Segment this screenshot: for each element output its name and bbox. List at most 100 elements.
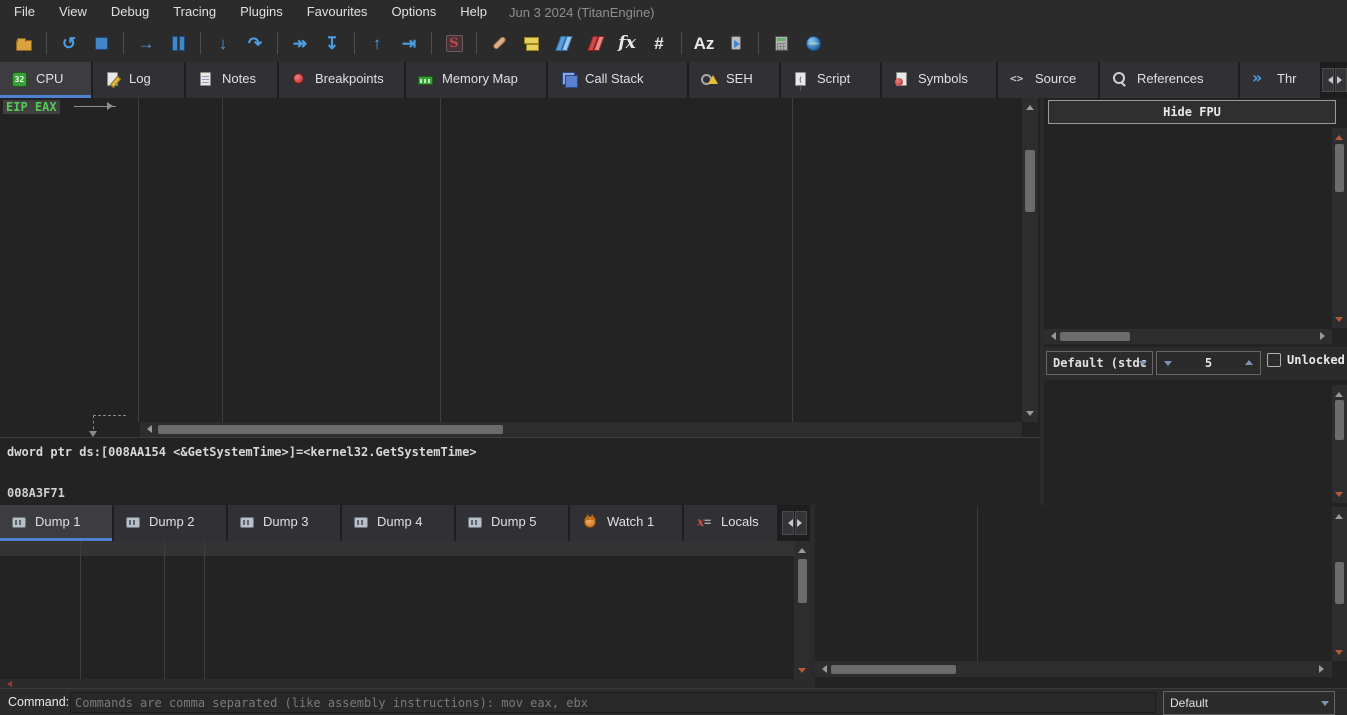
- dump-hscroll-left-icon[interactable]: [4, 681, 12, 687]
- execute-till-return-button[interactable]: ↑: [364, 30, 390, 56]
- patches-button[interactable]: [486, 30, 512, 56]
- restart-button[interactable]: ↺: [56, 30, 82, 56]
- hide-fpu-button[interactable]: Hide FPU: [1048, 100, 1336, 124]
- dump-icon: [354, 517, 368, 528]
- command-input[interactable]: [70, 692, 1156, 713]
- tab-dump-2[interactable]: Dump 2: [114, 505, 226, 541]
- tab-scroll-right-button[interactable]: [1335, 68, 1347, 92]
- tab-seh[interactable]: SEH: [689, 62, 779, 98]
- disasm-hscrollbar[interactable]: [140, 422, 1022, 437]
- scroll-thumb[interactable]: [158, 425, 503, 434]
- tab-script[interactable]: Script: [781, 62, 880, 98]
- tab-watch-1[interactable]: Watch 1: [570, 505, 682, 541]
- step-over-button[interactable]: ↷: [242, 30, 268, 56]
- scroll-down-icon[interactable]: [798, 668, 806, 677]
- pause-button[interactable]: [165, 30, 191, 56]
- scroll-up-icon[interactable]: [1026, 101, 1034, 110]
- scroll-thumb[interactable]: [1335, 562, 1344, 604]
- tab-dump-3[interactable]: Dump 3: [228, 505, 340, 541]
- tab-dump-5[interactable]: Dump 5: [456, 505, 568, 541]
- dump-tab-bar: Dump 1Dump 2Dump 3Dump 4Dump 5Watch 1Loc…: [0, 505, 810, 541]
- tab-source[interactable]: Source: [998, 62, 1098, 98]
- scroll-down-icon[interactable]: [1335, 492, 1343, 501]
- tab-dump-4[interactable]: Dump 4: [342, 505, 454, 541]
- tab-notes[interactable]: Notes: [186, 62, 277, 98]
- tab-memory-map[interactable]: Memory Map: [406, 62, 546, 98]
- scroll-down-icon[interactable]: [1335, 650, 1343, 659]
- tab-scroll-left-button[interactable]: [1322, 68, 1334, 92]
- scroll-left-icon[interactable]: [1047, 332, 1056, 340]
- open-file-button[interactable]: [11, 30, 37, 56]
- calculator-button[interactable]: [768, 30, 794, 56]
- scroll-left-icon[interactable]: [143, 425, 152, 433]
- tab-locals[interactable]: Locals: [684, 505, 777, 541]
- function-button[interactable]: fx: [614, 30, 640, 56]
- step-out-button[interactable]: ↧: [319, 30, 345, 56]
- menu-item-help[interactable]: Help: [448, 0, 499, 24]
- scroll-right-icon[interactable]: [1320, 332, 1329, 340]
- scroll-thumb[interactable]: [1025, 150, 1035, 212]
- trace-into-button[interactable]: [550, 30, 576, 56]
- stack-hscrollbar[interactable]: [815, 661, 1332, 677]
- scroll-up-icon[interactable]: [1335, 510, 1343, 519]
- scroll-up-icon[interactable]: [798, 544, 806, 553]
- calling-convention-dropdown[interactable]: Default (stdc: [1046, 351, 1153, 375]
- scroll-left-icon[interactable]: [818, 665, 827, 673]
- step-into-button[interactable]: ↓: [210, 30, 236, 56]
- run-to-cursor-button[interactable]: ↠: [287, 30, 313, 56]
- menu-item-options[interactable]: Options: [379, 0, 448, 24]
- internet-button[interactable]: [800, 30, 826, 56]
- unlocked-checkbox[interactable]: [1267, 353, 1281, 367]
- dump-vscrollbar[interactable]: [794, 541, 810, 679]
- registers-hscrollbar[interactable]: [1044, 329, 1332, 344]
- labels-button[interactable]: #: [646, 30, 672, 56]
- menu-item-favourites[interactable]: Favourites: [295, 0, 380, 24]
- chevron-right-icon: [797, 519, 806, 527]
- scroll-up-icon[interactable]: [1335, 388, 1343, 397]
- stack-vscrollbar[interactable]: [1332, 507, 1347, 661]
- dump-tab-scroll-left-button[interactable]: [782, 511, 794, 535]
- menu-item-tracing[interactable]: Tracing: [161, 0, 228, 24]
- step-into-icon: ↓: [219, 35, 228, 52]
- tab-cpu[interactable]: CPU: [0, 62, 91, 98]
- tab-symbols[interactable]: Symbols: [882, 62, 996, 98]
- disasm-vscrollbar[interactable]: [1022, 98, 1038, 422]
- menu-item-plugins[interactable]: Plugins: [228, 0, 295, 24]
- scroll-thumb[interactable]: [1335, 400, 1344, 440]
- menu-item-file[interactable]: File: [2, 0, 47, 24]
- argument-count-spinner[interactable]: 5: [1156, 351, 1261, 375]
- attach-button[interactable]: [723, 30, 749, 56]
- eip-register-label: EIP EAX: [3, 100, 60, 114]
- scroll-thumb[interactable]: [1335, 144, 1344, 192]
- comments-button[interactable]: [518, 30, 544, 56]
- tab-dump-1[interactable]: Dump 1: [0, 505, 112, 541]
- settings-button[interactable]: [441, 30, 467, 56]
- dump-tab-scroll-right-button[interactable]: [795, 511, 807, 535]
- tab-log[interactable]: Log: [93, 62, 184, 98]
- labels-icon: #: [654, 35, 663, 52]
- function-icon: fx: [618, 35, 635, 52]
- run-to-user-code-button[interactable]: ⇥: [396, 30, 422, 56]
- tab-breakpoints[interactable]: Breakpoints: [279, 62, 404, 98]
- scroll-thumb[interactable]: [1060, 332, 1130, 341]
- stop-button[interactable]: [88, 30, 114, 56]
- strings-button[interactable]: Az: [691, 30, 717, 56]
- scroll-down-icon[interactable]: [1335, 317, 1343, 326]
- scroll-up-icon[interactable]: [1335, 131, 1343, 140]
- scroll-thumb[interactable]: [798, 559, 807, 603]
- tab-references[interactable]: References: [1100, 62, 1238, 98]
- info-box: dword ptr ds:[008AA154 <&GetSystemTime>]…: [0, 437, 1040, 505]
- scroll-thumb[interactable]: [831, 665, 956, 674]
- arguments-vscrollbar[interactable]: [1332, 385, 1347, 503]
- scroll-down-icon[interactable]: [1026, 411, 1034, 420]
- tab-label: Symbols: [918, 71, 968, 86]
- tab-call-stack[interactable]: Call Stack: [548, 62, 687, 98]
- scroll-right-icon[interactable]: [1319, 665, 1328, 673]
- menu-item-view[interactable]: View: [47, 0, 99, 24]
- registers-vscrollbar[interactable]: [1332, 128, 1347, 328]
- tab-thr[interactable]: Thr: [1240, 62, 1320, 98]
- trace-over-button[interactable]: [582, 30, 608, 56]
- menu-item-debug[interactable]: Debug: [99, 0, 161, 24]
- command-profile-dropdown[interactable]: Default: [1163, 691, 1335, 715]
- run-button[interactable]: →: [133, 30, 159, 56]
